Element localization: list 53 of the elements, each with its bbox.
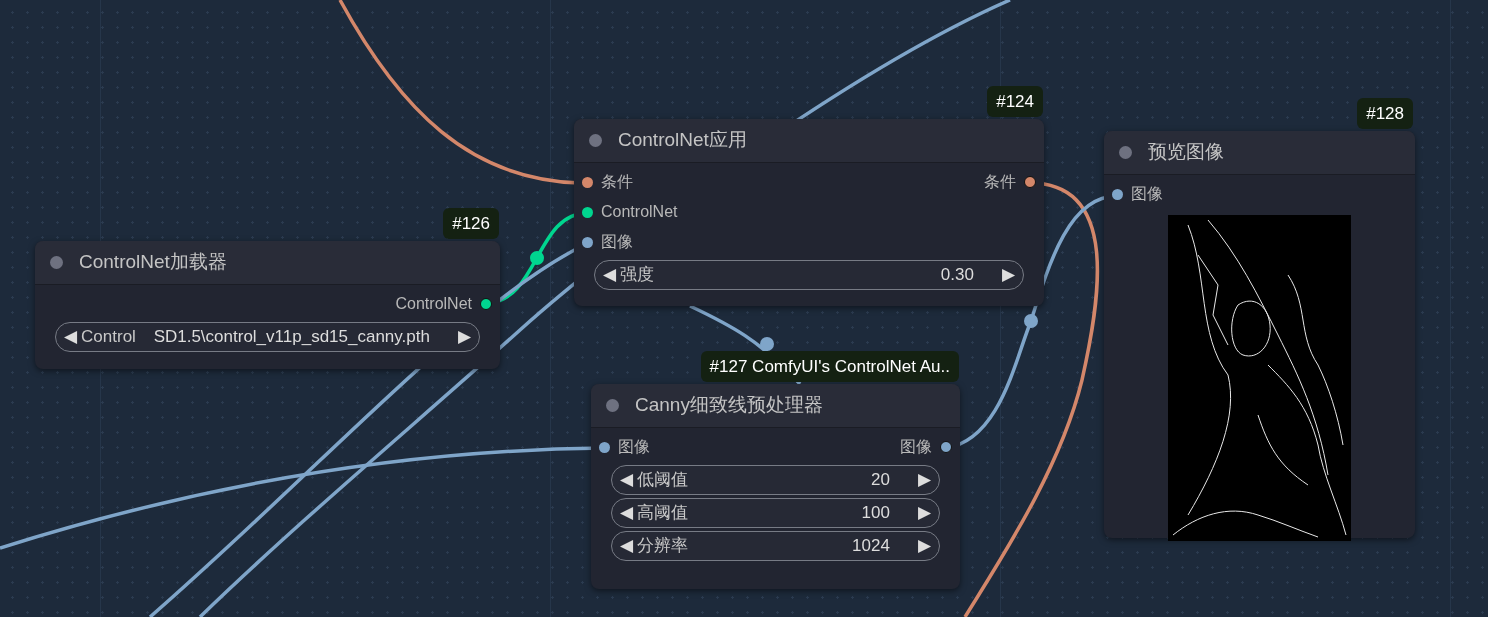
decrement-arrow[interactable]: ◀ bbox=[620, 467, 634, 493]
output-slot-dot[interactable] bbox=[940, 441, 952, 453]
widget-label: 强度 bbox=[620, 264, 655, 287]
slot-label: 图像 bbox=[1131, 184, 1163, 204]
widget-control[interactable]: ◀ 高阈值 100 ▶ bbox=[611, 498, 940, 528]
increment-arrow[interactable]: ▶ bbox=[917, 467, 931, 493]
slot-label: ControlNet bbox=[395, 294, 472, 314]
slot-label: 图像 bbox=[900, 437, 932, 457]
slot-label: 图像 bbox=[618, 437, 650, 457]
widget-value: 20 bbox=[871, 469, 890, 492]
increment-arrow[interactable]: ▶ bbox=[457, 324, 471, 350]
node-id-badge: #128 bbox=[1357, 97, 1413, 129]
input-slot-dot[interactable] bbox=[582, 236, 593, 248]
widget-label: Control bbox=[81, 326, 136, 349]
widget-label: 分辨率 bbox=[637, 535, 689, 558]
decrement-arrow[interactable]: ◀ bbox=[64, 324, 78, 350]
node-dot-icon[interactable] bbox=[606, 399, 619, 412]
widget-control[interactable]: ◀ 分辨率 1024 ▶ bbox=[611, 531, 940, 561]
node-title: 预览图像 bbox=[1148, 140, 1224, 165]
increment-arrow[interactable]: ▶ bbox=[1001, 262, 1015, 288]
decrement-arrow[interactable]: ◀ bbox=[603, 262, 617, 288]
input-slot-dot[interactable] bbox=[582, 206, 593, 218]
input-slot-dot[interactable] bbox=[599, 441, 610, 453]
decrement-arrow[interactable]: ◀ bbox=[620, 533, 634, 559]
node-dot-icon[interactable] bbox=[50, 256, 63, 269]
slot-label: 条件 bbox=[984, 172, 1016, 192]
widget-value: 100 bbox=[861, 502, 890, 525]
widget-control[interactable]: ◀ 强度 0.30 ▶ bbox=[594, 260, 1024, 290]
increment-arrow[interactable]: ▶ bbox=[917, 500, 931, 526]
widget-value: SD1.5\control_v11p_sd15_canny.pth bbox=[153, 326, 430, 349]
node-title: ControlNet应用 bbox=[618, 128, 747, 153]
slot-label: ControlNet bbox=[601, 202, 678, 222]
increment-arrow[interactable]: ▶ bbox=[917, 533, 931, 559]
widget-value: 1024 bbox=[852, 535, 890, 558]
widget-label: 高阈值 bbox=[637, 502, 689, 525]
widget-value: 0.30 bbox=[940, 264, 974, 287]
node-id-badge: #124 bbox=[987, 85, 1043, 117]
node-dot-icon[interactable] bbox=[1119, 146, 1132, 159]
output-slot-dot[interactable] bbox=[480, 298, 492, 310]
node-id-badge: #126 bbox=[443, 207, 499, 239]
slot-label: 条件 bbox=[601, 172, 633, 192]
input-slot-dot[interactable] bbox=[1112, 188, 1123, 200]
widget-label: 低阈值 bbox=[637, 469, 689, 492]
node-title: Canny细致线预处理器 bbox=[635, 393, 823, 418]
widget-control[interactable]: ◀ Control SD1.5\control_v11p_sd15_canny.pth ▶ bbox=[55, 322, 480, 352]
decrement-arrow[interactable]: ◀ bbox=[620, 500, 634, 526]
widget-control[interactable]: ◀ 低阈值 20 ▶ bbox=[611, 465, 940, 495]
node-id-badge: #127 ComfyUI's ControlNet Au.. bbox=[700, 350, 959, 382]
slot-label: 图像 bbox=[601, 232, 633, 252]
node-dot-icon[interactable] bbox=[589, 134, 602, 147]
node-title: ControlNet加载器 bbox=[79, 250, 227, 275]
input-slot-dot[interactable] bbox=[582, 176, 593, 188]
output-slot-dot[interactable] bbox=[1024, 176, 1036, 188]
